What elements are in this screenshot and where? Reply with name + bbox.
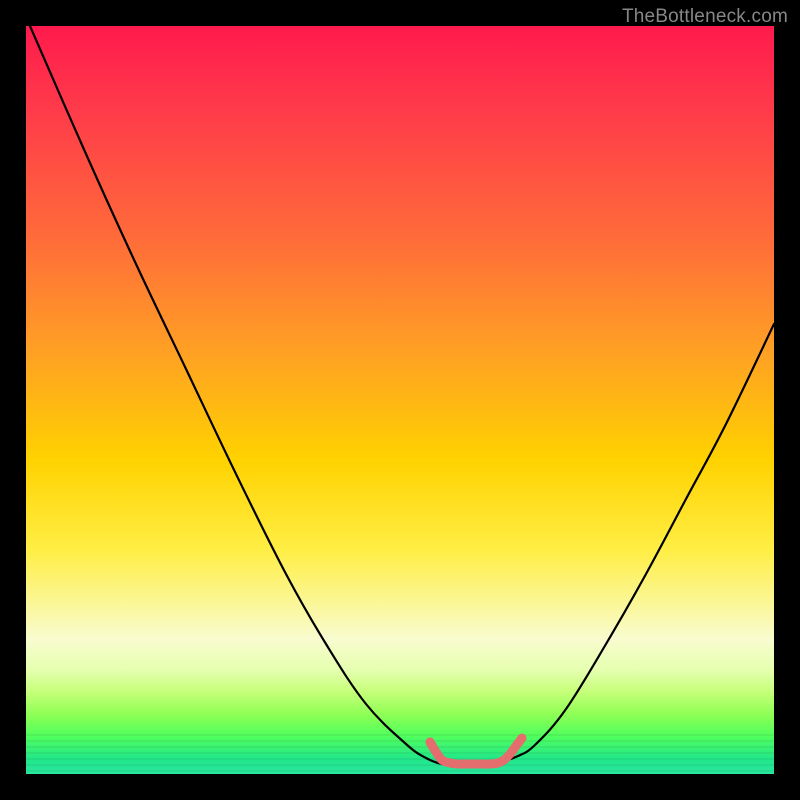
curve-layer <box>26 26 774 774</box>
curve-right-arm <box>456 324 774 764</box>
plot-area <box>26 26 774 774</box>
watermark-text: TheBottleneck.com <box>622 6 788 28</box>
curve-left-arm <box>30 26 456 764</box>
chart-root: TheBottleneck.com <box>0 0 800 800</box>
bottom-marker <box>430 738 522 764</box>
